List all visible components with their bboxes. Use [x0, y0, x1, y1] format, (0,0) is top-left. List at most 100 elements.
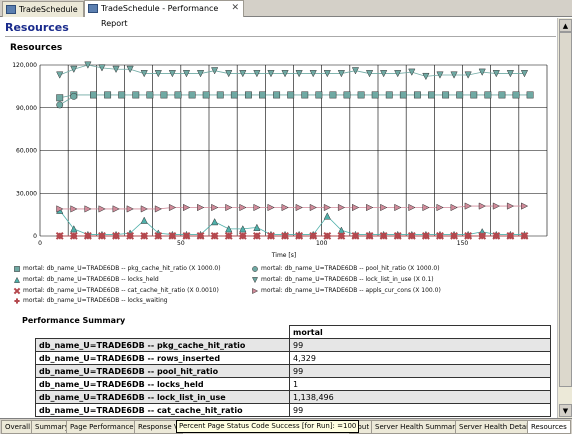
square-marker	[470, 91, 478, 99]
triangle-right-marker	[70, 205, 78, 213]
triangle-down-marker	[211, 67, 219, 75]
triangle-down-marker	[70, 65, 78, 74]
value-cell: 1	[289, 377, 551, 391]
square-marker	[118, 91, 126, 99]
legend-item: mortal: db_name_U=TRADE6DB -- cat_cache_…	[23, 287, 219, 294]
table-row: db_name_U=TRADE6DB -- cat_cache_hit_rati…	[35, 403, 551, 417]
square-marker	[484, 91, 492, 99]
circle-marker	[56, 101, 64, 109]
square-marker	[132, 91, 140, 99]
triangle-right-marker	[309, 203, 317, 212]
triangle-right-marker	[126, 205, 134, 213]
legend-item: mortal: db_name_U=TRADE6DB -- lock_list_…	[261, 276, 434, 283]
y-tick-label: 30,000	[16, 190, 37, 197]
square-marker	[146, 91, 154, 99]
square-marker	[357, 91, 365, 99]
table-row: db_name_U=TRADE6DB -- rows_inserted 4,32…	[35, 351, 551, 365]
square-marker	[301, 91, 309, 99]
triangle-right-marker	[112, 205, 120, 213]
tooltip: Percent Page Status Code Success [for Ru…	[176, 420, 360, 433]
value-cell: 99	[289, 403, 551, 417]
x-tick-label: 0	[38, 240, 42, 247]
square-marker	[90, 91, 97, 99]
triangle-right-marker	[422, 203, 430, 212]
triangle-down-marker	[56, 71, 64, 79]
summary-title: Performance Summary	[22, 316, 126, 325]
metric-cell: db_name_U=TRADE6DB -- rows_inserted	[35, 351, 290, 365]
scroll-up-arrow-icon[interactable]: ▲	[559, 19, 572, 32]
square-marker	[202, 91, 210, 99]
square-marker	[512, 91, 520, 99]
vertical-scrollbar[interactable]: ▲ ▼	[557, 18, 572, 418]
column-header: mortal	[289, 325, 551, 339]
triangle-right-marker	[225, 203, 233, 212]
square-marker	[104, 91, 112, 99]
triangle-down-marker	[351, 67, 360, 75]
y-tick-label: 0	[33, 233, 37, 240]
y-tick-label: 90,000	[16, 105, 37, 112]
cross-marker	[13, 287, 21, 295]
triangle-right-marker	[521, 202, 529, 210]
triangle-right-marker	[366, 203, 374, 212]
x-tick-label: 50	[177, 240, 185, 247]
triangle-up-marker	[211, 217, 219, 226]
square-marker	[230, 91, 238, 99]
square-marker	[385, 91, 393, 99]
series-square	[56, 91, 534, 102]
triangle-right-marker	[239, 203, 247, 212]
triangle-right-marker	[464, 202, 472, 210]
value-cell: 99	[289, 338, 551, 352]
x-axis-label: Time [s]	[271, 252, 296, 259]
square-marker	[371, 91, 379, 99]
table-row: db_name_U=TRADE6DB -- lock_list_in_use 1…	[35, 390, 551, 404]
tab-resources[interactable]: Resources	[527, 420, 571, 434]
scroll-down-arrow-icon[interactable]: ▼	[559, 404, 572, 417]
tab-overall[interactable]: Overall	[1, 420, 35, 434]
value-cell: 4,329	[289, 351, 551, 365]
metric-cell: db_name_U=TRADE6DB -- pool_hit_ratio	[35, 364, 290, 378]
x-tick-label: 100	[316, 240, 328, 247]
square-marker	[273, 91, 281, 99]
tab-server-health-summary[interactable]: Server Health Summary	[371, 420, 464, 434]
triangle-right-marker	[436, 203, 444, 212]
triangle-right-marker	[352, 203, 360, 212]
series-triangle-down	[56, 61, 529, 81]
value-cell: 99	[289, 364, 551, 378]
triangle-right-marker	[450, 203, 458, 212]
triangle-right-marker	[211, 203, 219, 212]
legend-item: mortal: db_name_U=TRADE6DB -- locks_held	[23, 276, 159, 283]
triangle-right-marker	[197, 203, 205, 212]
square-marker	[526, 91, 534, 99]
legend-item: mortal: db_name_U=TRADE6DB -- appls_cur_…	[261, 287, 441, 294]
tab-server-health-detail[interactable]: Server Health Detail	[455, 420, 535, 434]
table-row: db_name_U=TRADE6DB -- pkg_cache_hit_rati…	[35, 338, 551, 352]
triangle-right-marker	[281, 203, 289, 212]
triangle-down-marker	[251, 277, 259, 284]
square-marker	[160, 91, 168, 99]
square-marker	[343, 91, 351, 99]
value-cell: 1,138,496	[289, 390, 551, 404]
triangle-right-marker	[252, 287, 259, 295]
tab-page-performance[interactable]: Page Performance	[66, 420, 138, 434]
triangle-right-marker	[380, 203, 388, 212]
triangle-right-marker	[168, 203, 177, 212]
square-marker	[428, 91, 435, 99]
triangle-up-marker	[323, 212, 331, 220]
y-tick-label: 120,000	[12, 62, 37, 69]
square-marker	[413, 91, 421, 99]
square-marker	[456, 91, 464, 99]
resources-chart: 0 30,000 60,000 90,000 120,000 0 50 100 150 Time…	[12, 61, 548, 259]
triangle-right-marker	[98, 205, 106, 213]
square-marker	[56, 94, 64, 102]
legend-item: mortal: db_name_U=TRADE6DB -- pool_hit_r…	[261, 265, 440, 272]
square-marker	[14, 266, 20, 272]
square-marker	[216, 91, 224, 99]
table-row: db_name_U=TRADE6DB -- pool_hit_ratio 99	[35, 364, 551, 378]
triangle-right-marker	[295, 203, 303, 212]
triangle-right-marker	[183, 203, 191, 212]
triangle-right-marker	[394, 203, 402, 212]
square-marker	[315, 91, 323, 99]
scroll-thumb[interactable]	[559, 32, 572, 387]
square-marker	[244, 91, 252, 99]
circle-marker	[70, 92, 78, 100]
